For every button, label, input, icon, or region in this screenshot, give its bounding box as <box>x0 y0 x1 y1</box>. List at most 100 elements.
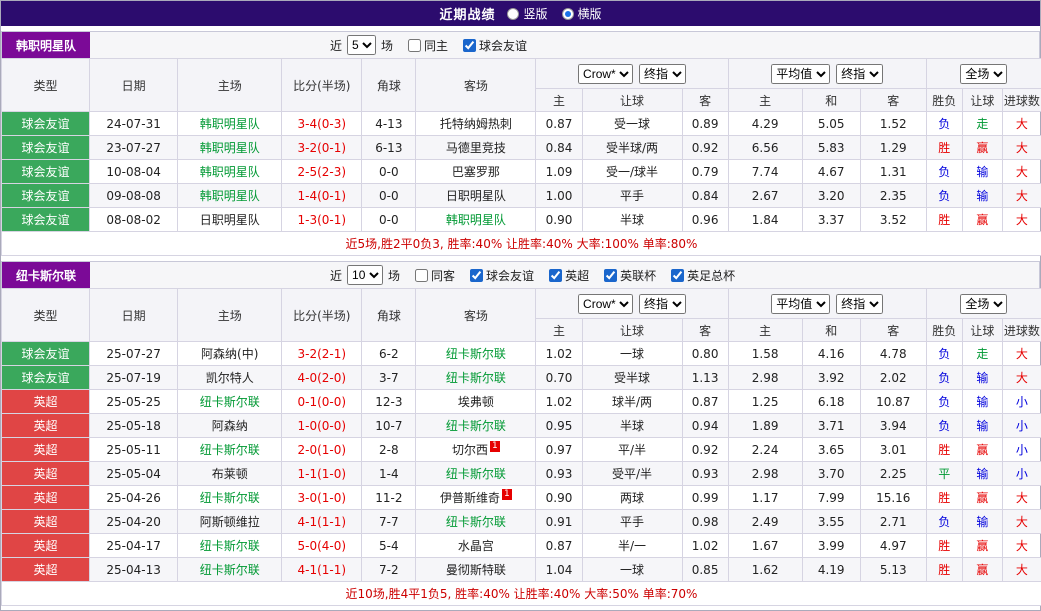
handicap: 一球 <box>582 558 682 582</box>
away-team-link[interactable]: 伊普斯维奇 <box>440 491 500 505</box>
away-team-link[interactable]: 纽卡斯尔联 <box>446 515 506 529</box>
odds-final-select[interactable]: 终指 <box>639 294 686 314</box>
recent-label: 近 <box>330 267 342 284</box>
filter-checkbox[interactable] <box>671 269 684 282</box>
avg-select[interactable]: 平均值 <box>771 294 830 314</box>
match-row: 英超25-05-18阿森纳1-0(0-0)10-7纽卡斯尔联0.95半球0.94… <box>2 414 1041 438</box>
match-count-select[interactable]: 5 <box>347 35 376 55</box>
away-team-link[interactable]: 托特纳姆热刺 <box>440 117 512 131</box>
filter-option[interactable]: 英联杯 <box>604 267 656 284</box>
odds-company-select[interactable]: Crow* <box>578 64 633 84</box>
avg-select[interactable]: 平均值 <box>771 64 830 84</box>
home-team-link[interactable]: 韩职明星队 <box>200 165 260 179</box>
filter-option[interactable]: 球会友谊 <box>470 267 534 284</box>
odds-away: 0.98 <box>682 510 728 534</box>
away-team-link[interactable]: 曼彻斯特联 <box>446 563 506 577</box>
result: 负 <box>926 184 962 208</box>
vertical-layout-radio[interactable] <box>507 8 519 20</box>
away-team-link[interactable]: 切尔西 <box>452 443 488 457</box>
home-team-link[interactable]: 纽卡斯尔联 <box>200 395 260 409</box>
away-team-link[interactable]: 韩职明星队 <box>446 213 506 227</box>
home-team-link[interactable]: 韩职明星队 <box>200 117 260 131</box>
home-team-link[interactable]: 阿森纳 <box>212 419 248 433</box>
filter-option[interactable]: 英足总杯 <box>671 267 735 284</box>
sub-header-avg-away: 客 <box>860 319 926 342</box>
layout-option-horizontal[interactable]: 横版 <box>562 5 602 22</box>
filter-checkbox[interactable] <box>604 269 617 282</box>
away-team-link[interactable]: 埃弗顿 <box>458 395 494 409</box>
odds-final-select[interactable]: 终指 <box>639 64 686 84</box>
filter-option[interactable]: 英超 <box>549 267 589 284</box>
goals-result: 大 <box>1002 342 1041 366</box>
avg-draw: 3.99 <box>802 534 860 558</box>
avg-away: 3.52 <box>860 208 926 232</box>
away-team-link[interactable]: 巴塞罗那 <box>452 165 500 179</box>
col-header-away: 客场 <box>416 289 536 342</box>
avg-final-select[interactable]: 终指 <box>836 294 883 314</box>
filter-option[interactable]: 球会友谊 <box>463 37 527 54</box>
filter-checkbox[interactable] <box>463 39 476 52</box>
home-team-link[interactable]: 纽卡斯尔联 <box>200 443 260 457</box>
away-team-link[interactable]: 水晶宫 <box>458 539 494 553</box>
away-team-cell: 纽卡斯尔联 <box>416 366 536 390</box>
odds-home: 0.87 <box>536 112 582 136</box>
home-team-link[interactable]: 纽卡斯尔联 <box>200 563 260 577</box>
result: 负 <box>926 390 962 414</box>
home-team-link[interactable]: 韩职明星队 <box>200 141 260 155</box>
home-team-link[interactable]: 凯尔特人 <box>206 371 254 385</box>
away-team-link[interactable]: 纽卡斯尔联 <box>446 467 506 481</box>
match-row: 球会友谊25-07-27阿森纳(中)3-2(2-1)6-2纽卡斯尔联1.02一球… <box>2 342 1041 366</box>
handicap: 受一/球半 <box>582 160 682 184</box>
avg-away: 3.94 <box>860 414 926 438</box>
away-team-link[interactable]: 日职明星队 <box>446 189 506 203</box>
odds-home: 1.02 <box>536 390 582 414</box>
filter-option[interactable]: 同客 <box>415 267 455 284</box>
home-team-cell: 韩职明星队 <box>178 184 282 208</box>
avg-home: 1.67 <box>728 534 802 558</box>
result: 负 <box>926 112 962 136</box>
avg-draw: 4.67 <box>802 160 860 184</box>
match-date: 25-05-04 <box>90 462 178 486</box>
avg-final-select[interactable]: 终指 <box>836 64 883 84</box>
filter-checkbox[interactable] <box>470 269 483 282</box>
match-date: 08-08-02 <box>90 208 178 232</box>
match-row: 英超25-05-11纽卡斯尔联2-0(1-0)2-8切尔西10.97平/半0.9… <box>2 438 1041 462</box>
odds-home: 1.09 <box>536 160 582 184</box>
away-team-link[interactable]: 纽卡斯尔联 <box>446 419 506 433</box>
avg-draw: 3.20 <box>802 184 860 208</box>
match-type-badge: 英超 <box>2 486 90 510</box>
filter-label: 同客 <box>431 267 455 284</box>
home-team-cell: 纽卡斯尔联 <box>178 558 282 582</box>
goals-result: 大 <box>1002 366 1041 390</box>
match-count-select[interactable]: 10 <box>347 265 383 285</box>
handicap: 平手 <box>582 184 682 208</box>
handicap-result: 赢 <box>962 136 1002 160</box>
filter-checkbox[interactable] <box>549 269 562 282</box>
layout-option-vertical[interactable]: 竖版 <box>507 5 547 22</box>
scope-select[interactable]: 全场 <box>960 294 1007 314</box>
away-team-cell: 切尔西1 <box>416 438 536 462</box>
corner-count: 0-0 <box>362 184 416 208</box>
match-type-badge: 英超 <box>2 462 90 486</box>
odds-home: 0.97 <box>536 438 582 462</box>
away-team-link[interactable]: 纽卡斯尔联 <box>446 347 506 361</box>
home-team-link[interactable]: 纽卡斯尔联 <box>200 491 260 505</box>
odds-company-select[interactable]: Crow* <box>578 294 633 314</box>
home-team-link[interactable]: 韩职明星队 <box>200 189 260 203</box>
match-type-badge: 球会友谊 <box>2 160 90 184</box>
handicap: 平手 <box>582 510 682 534</box>
scope-select[interactable]: 全场 <box>960 64 1007 84</box>
filter-checkbox[interactable] <box>415 269 428 282</box>
home-team-link[interactable]: 日职明星队 <box>200 213 260 227</box>
handicap: 半球 <box>582 414 682 438</box>
away-team-link[interactable]: 马德里竞技 <box>446 141 506 155</box>
odds-home: 1.00 <box>536 184 582 208</box>
home-team-link[interactable]: 纽卡斯尔联 <box>200 539 260 553</box>
home-team-link[interactable]: 阿森纳(中) <box>201 347 258 361</box>
filter-checkbox[interactable] <box>408 39 421 52</box>
filter-option[interactable]: 同主 <box>408 37 448 54</box>
away-team-link[interactable]: 纽卡斯尔联 <box>446 371 506 385</box>
horizontal-layout-radio[interactable] <box>562 8 574 20</box>
home-team-link[interactable]: 阿斯顿维拉 <box>200 515 260 529</box>
home-team-link[interactable]: 布莱顿 <box>212 467 248 481</box>
